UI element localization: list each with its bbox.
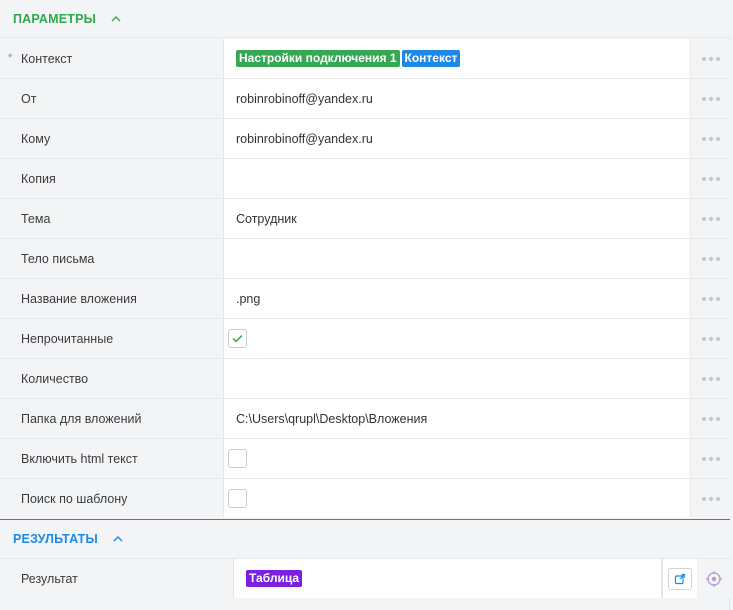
template-search-checkbox[interactable] xyxy=(228,489,247,508)
param-label: Контекст xyxy=(21,51,73,66)
target-icon xyxy=(705,570,722,587)
more-dots-icon xyxy=(701,456,720,461)
context-value[interactable]: Настройки подключения 1 Контекст xyxy=(224,39,691,78)
table-tag[interactable]: Таблица xyxy=(246,570,303,587)
open-variable-button[interactable] xyxy=(668,567,692,590)
result-row: Результат Таблица xyxy=(0,558,730,598)
param-label: От xyxy=(21,91,37,106)
properties-panel: ПАРАМЕТРЫ * Контекст Настройки подключен… xyxy=(0,0,730,610)
param-row-attachment-name: Название вложения .png xyxy=(0,279,730,319)
more-dots-icon xyxy=(701,96,720,101)
more-options-button[interactable] xyxy=(691,39,730,78)
required-mark: * xyxy=(8,52,13,64)
cc-field[interactable] xyxy=(224,159,691,198)
param-label: Копия xyxy=(21,171,56,186)
chevron-up-icon[interactable] xyxy=(112,533,124,545)
more-dots-icon xyxy=(701,336,720,341)
param-row-to: Кому robinrobinoff@yandex.ru xyxy=(0,119,730,159)
more-options-button[interactable] xyxy=(691,439,730,478)
param-label: Тело письма xyxy=(21,251,95,266)
subject-field[interactable]: Сотрудник xyxy=(224,199,691,238)
param-label: Поиск по шаблону xyxy=(21,491,128,506)
param-row-html-text: Включить html текст xyxy=(0,439,730,479)
param-label: Непрочитанные xyxy=(21,331,114,346)
param-label: Кому xyxy=(21,131,51,146)
param-label: Название вложения xyxy=(21,291,137,306)
params-section-title: ПАРАМЕТРЫ xyxy=(13,11,97,26)
unread-checkbox[interactable] xyxy=(228,329,247,348)
chevron-up-icon[interactable] xyxy=(110,13,122,25)
param-label: Результат xyxy=(21,571,78,586)
html-text-checkbox[interactable] xyxy=(228,449,247,468)
param-row-from: От robinrobinoff@yandex.ru xyxy=(0,79,730,119)
from-field[interactable]: robinrobinoff@yandex.ru xyxy=(224,79,691,118)
attachments-folder-field[interactable]: C:\Users\qrupl\Desktop\Вложения xyxy=(224,399,691,438)
more-dots-icon xyxy=(701,256,720,261)
to-field[interactable]: robinrobinoff@yandex.ru xyxy=(224,119,691,158)
more-options-button[interactable] xyxy=(691,239,730,278)
more-dots-icon xyxy=(701,416,720,421)
param-row-template-search: Поиск по шаблону xyxy=(0,479,730,519)
connection-tag[interactable]: Настройки подключения 1 xyxy=(236,50,400,67)
param-label: Включить html текст xyxy=(21,451,138,466)
more-options-button[interactable] xyxy=(691,479,730,518)
more-dots-icon xyxy=(701,216,720,221)
more-dots-icon xyxy=(701,136,720,141)
param-row-cc: Копия xyxy=(0,159,730,199)
more-dots-icon xyxy=(701,296,720,301)
body-field[interactable] xyxy=(224,239,691,278)
more-options-button[interactable] xyxy=(691,199,730,238)
more-options-button[interactable] xyxy=(691,159,730,198)
more-options-button[interactable] xyxy=(691,279,730,318)
context-tag[interactable]: Контекст xyxy=(401,50,461,67)
pick-target-button[interactable] xyxy=(697,559,730,598)
more-dots-icon xyxy=(701,176,720,181)
result-value[interactable]: Таблица xyxy=(234,559,662,598)
params-section-header[interactable]: ПАРАМЕТРЫ xyxy=(0,0,730,38)
more-dots-icon xyxy=(701,496,720,501)
more-options-button[interactable] xyxy=(691,119,730,158)
results-section-title: РЕЗУЛЬТАТЫ xyxy=(13,531,98,546)
more-options-button[interactable] xyxy=(691,359,730,398)
checkmark-icon xyxy=(232,334,243,343)
attachment-name-field[interactable]: .png xyxy=(224,279,691,318)
more-options-button[interactable] xyxy=(691,319,730,358)
param-row-body: Тело письма xyxy=(0,239,730,279)
param-row-subject: Тема Сотрудник xyxy=(0,199,730,239)
param-row-unread: Непрочитанные xyxy=(0,319,730,359)
param-row-attachments-folder: Папка для вложений C:\Users\qrupl\Deskto… xyxy=(0,399,730,439)
param-label: Папка для вложений xyxy=(21,411,142,426)
count-field[interactable] xyxy=(224,359,691,398)
more-options-button[interactable] xyxy=(691,399,730,438)
more-dots-icon xyxy=(701,56,720,61)
more-dots-icon xyxy=(701,376,720,381)
results-section-header[interactable]: РЕЗУЛЬТАТЫ xyxy=(0,519,730,557)
external-link-icon xyxy=(674,573,686,584)
param-label: Количество xyxy=(21,371,89,386)
more-options-button[interactable] xyxy=(691,79,730,118)
param-row-count: Количество xyxy=(0,359,730,399)
param-label: Тема xyxy=(21,211,51,226)
param-row-context: * Контекст Настройки подключения 1 Конте… xyxy=(0,39,730,79)
